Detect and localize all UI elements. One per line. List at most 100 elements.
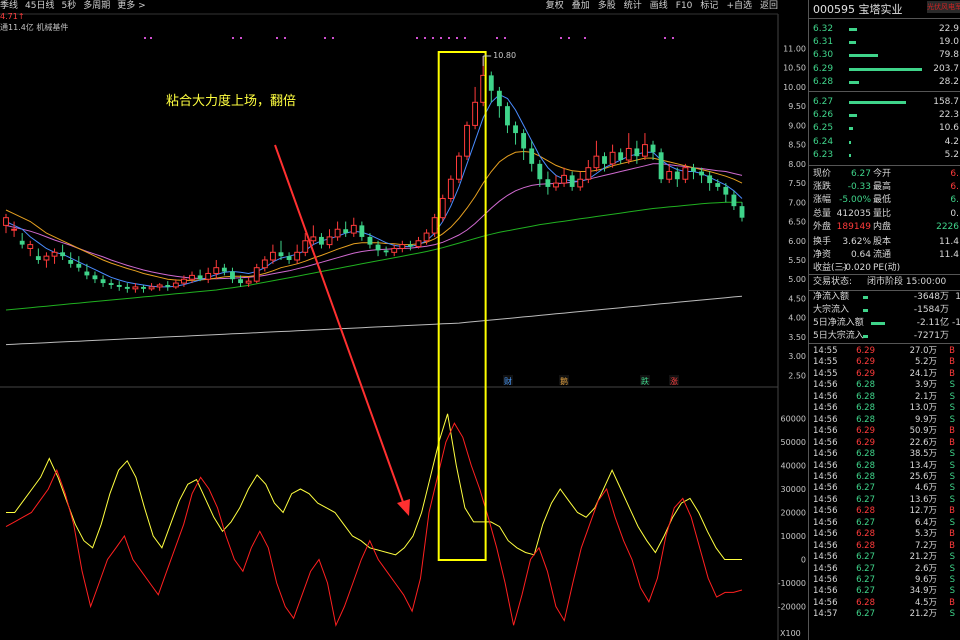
trade-price: 6.27 xyxy=(856,552,875,563)
toolbar-right-item-2[interactable]: 多股 xyxy=(598,1,616,11)
trade-side: S xyxy=(949,380,955,391)
stat-value: 6. xyxy=(950,169,959,179)
flow-row: 大宗流入 -1584万 xyxy=(809,304,960,317)
trade-time: 14:56 xyxy=(813,460,838,471)
trade-volume: 9.9万 xyxy=(914,414,937,425)
toolbar-left-item-2[interactable]: 5秒 xyxy=(61,1,76,11)
signal-dot xyxy=(448,37,450,39)
toolbar-right-item-4[interactable]: 画线 xyxy=(650,1,668,11)
price-tick-label: 5.50 xyxy=(788,256,806,265)
chart-canvas[interactable]: 11.00 10.50 10.00 9.50 9.00 8.50 8.00 7.50 7.00 6… xyxy=(0,0,808,640)
candle-body xyxy=(76,263,82,268)
signal-dot xyxy=(276,37,278,39)
sector-tag[interactable]: 光伏风电军工 xyxy=(927,1,960,13)
ask-volume-bar xyxy=(849,80,860,84)
flow-label: 5日净流入额 xyxy=(813,318,864,328)
toolbar-right-item-6[interactable]: 标记 xyxy=(700,1,718,11)
candle-body xyxy=(11,228,18,231)
trade-side: B xyxy=(949,506,955,517)
stock-chart-app: 11.00 10.50 10.00 9.50 9.00 8.50 8.00 7.50 7.00 6… xyxy=(0,0,960,640)
candle-body xyxy=(666,171,673,180)
bid-row: 6.25 10.6 xyxy=(809,122,960,135)
stat-label: 量比 xyxy=(873,208,892,219)
flow-info-line: 通11.4亿 机械基件 xyxy=(0,23,68,33)
moving-average-lines xyxy=(5,93,743,346)
trade-price: 6.29 xyxy=(856,426,875,437)
bid-row: 6.27 158.7 xyxy=(809,96,960,109)
toolbar-left-item-1[interactable]: 45日线 xyxy=(25,1,54,11)
signal-dot xyxy=(504,37,506,39)
toolbar-right-item-3[interactable]: 统计 xyxy=(624,1,642,11)
trade-row: 14:56 6.27 2.6万 S xyxy=(809,564,960,575)
trade-volume: 5.3万 xyxy=(914,529,937,540)
trade-time: 14:56 xyxy=(813,529,838,540)
trade-side: S xyxy=(949,494,955,505)
ask-volume-bar xyxy=(849,54,878,58)
stat-label: 现价 xyxy=(813,169,832,179)
candle-body xyxy=(415,240,422,248)
candle-body xyxy=(60,252,66,257)
trade-side: S xyxy=(949,460,955,471)
trade-volume: 22.6万 xyxy=(909,437,937,448)
toolbar-right-item-7[interactable]: +自选 xyxy=(726,1,752,11)
bid-price: 6.26 xyxy=(813,110,834,121)
candle-body xyxy=(707,175,713,184)
candle-body xyxy=(464,124,470,157)
stat-label: 股本 xyxy=(873,237,892,247)
trade-row: 14:56 6.28 13.4万 S xyxy=(809,461,960,472)
ask-row: 6.29 203.7 xyxy=(809,63,960,76)
trade-time: 14:56 xyxy=(813,449,838,460)
trade-time: 14:56 xyxy=(813,597,838,608)
toolbar-right-item-5[interactable]: F10 xyxy=(676,1,693,11)
stat-row: 总量 412035 量比 0. xyxy=(809,208,960,221)
trade-time: 14:56 xyxy=(813,426,838,437)
toolbar-left-item-4[interactable]: 更多 > xyxy=(117,1,145,11)
candle-body xyxy=(165,285,171,287)
quote-panel: 000595 宝塔实业 光伏风电军工 6.32 22.9 6.31 19.0 6.30 7… xyxy=(808,0,960,640)
candle-body xyxy=(545,179,551,187)
toolbar-right-item-0[interactable]: 复权 xyxy=(546,1,564,11)
price-tick-label: 11.00 xyxy=(783,44,806,53)
indicator-tick-label: 30000 xyxy=(781,485,806,494)
price-tick-label: 3.50 xyxy=(788,333,806,342)
stat-value: 2226 xyxy=(936,221,959,232)
stat-value: 0.64 xyxy=(850,250,871,261)
stock-code: 000595 xyxy=(813,3,855,16)
price-tick-label: 5.00 xyxy=(788,275,806,284)
candle-body xyxy=(221,267,227,272)
candle-body xyxy=(577,178,584,188)
indicator-tick-label: 10000 xyxy=(781,532,806,541)
trade-row: 14:56 6.28 9.9万 S xyxy=(809,415,960,426)
toolbar-left-item-0[interactable]: 季线 xyxy=(0,1,18,11)
stock-name: 宝塔实业 xyxy=(858,3,903,16)
signal-dot xyxy=(424,37,426,39)
ask-volume: 28.2 xyxy=(938,76,959,87)
price-tick-label: 2.50 xyxy=(788,371,806,380)
toolbar-left-item-3[interactable]: 多周期 xyxy=(83,1,110,11)
candle-body xyxy=(269,251,276,261)
signal-dot xyxy=(456,37,458,39)
stat-label: 内盘 xyxy=(873,221,892,232)
trade-price: 6.28 xyxy=(856,460,875,471)
signal-dot xyxy=(560,37,562,39)
trade-status-value: 闭市阶段 15:00:00 xyxy=(867,277,947,287)
trade-time: 14:56 xyxy=(813,403,838,414)
toolbar-right-item-1[interactable]: 叠加 xyxy=(572,1,590,11)
trade-volume: 5.2万 xyxy=(914,357,937,368)
stat-label: 换手 xyxy=(813,237,832,247)
trade-price: 6.27 xyxy=(856,517,875,528)
axis-labels: 11.00 10.50 10.00 9.50 9.00 8.50 8.00 7.50 7.00 6… xyxy=(778,44,806,638)
candle-body xyxy=(431,217,438,234)
trade-volume: 2.1万 xyxy=(914,391,937,402)
signal-dot xyxy=(324,37,326,39)
trade-side: B xyxy=(949,529,955,540)
signal-dot xyxy=(584,37,586,39)
signal-dot xyxy=(672,37,674,39)
ask-volume: 19.0 xyxy=(938,37,959,48)
stat-row: 涨跌 -0.33 最高 6. xyxy=(809,181,960,194)
ask-row: 6.30 79.8 xyxy=(809,49,960,62)
toolbar-right-item-8[interactable]: 返回 xyxy=(760,1,778,11)
trade-row: 14:56 6.27 34.9万 S xyxy=(809,586,960,597)
bid-price: 6.24 xyxy=(813,136,834,147)
trade-time: 14:56 xyxy=(813,471,838,482)
